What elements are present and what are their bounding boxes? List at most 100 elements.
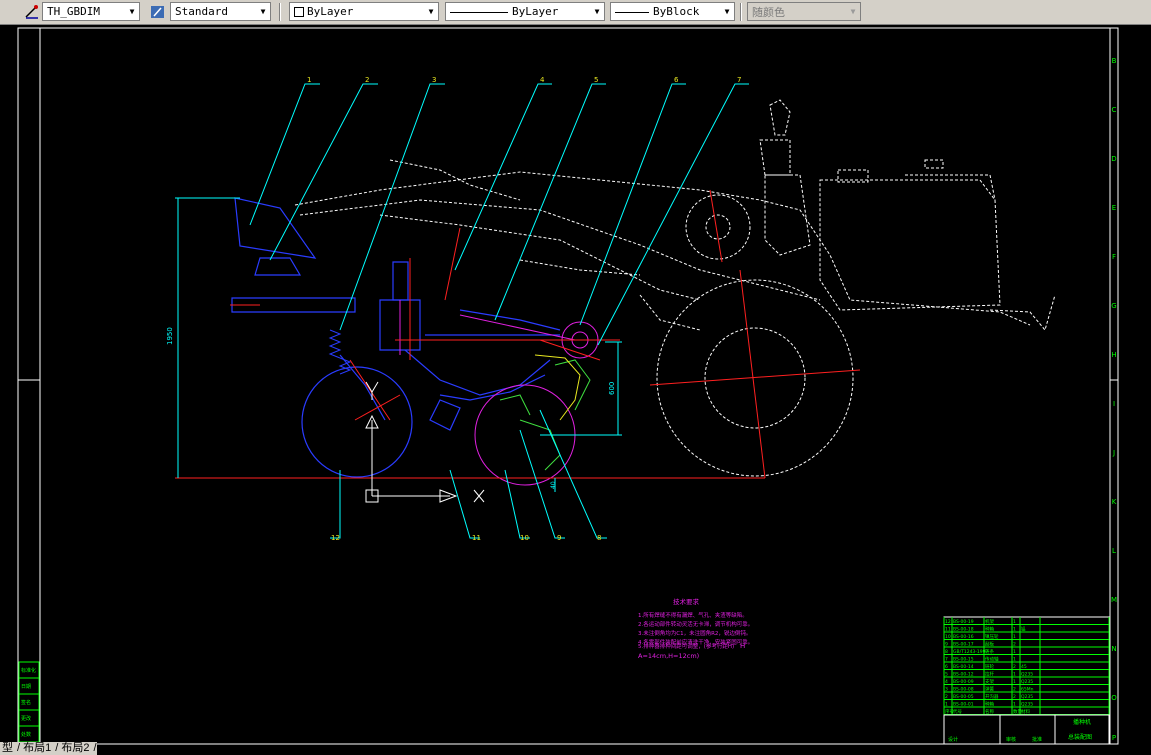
balloon-number: 8 — [597, 534, 601, 542]
parts-list-cell: 2 — [1013, 664, 1016, 670]
chevron-down-icon: ▼ — [260, 7, 266, 16]
parts-list-cell: Q235 — [1021, 679, 1033, 685]
parts-list-header-cell: 材料 — [1021, 708, 1030, 715]
sign-design: 设计 — [948, 736, 958, 743]
textstyle-icon[interactable] — [148, 2, 168, 21]
chevron-down-icon: ▼ — [129, 7, 135, 16]
lineweight-select[interactable]: ByBlock ▼ — [610, 2, 735, 21]
balloon-number: 12 — [331, 534, 340, 542]
zone-letter: G — [1111, 302, 1116, 310]
zone-letter: O — [1111, 694, 1117, 702]
zone-letter: H — [1111, 351, 1116, 359]
sign-review: 审核 — [1006, 736, 1016, 743]
tab-model[interactable]: 型 — [2, 742, 13, 754]
parts-list-cell: Q235 — [1021, 672, 1033, 678]
disc-coulter — [301, 366, 413, 478]
zone-letter: E — [1112, 204, 1116, 212]
left-stamp-column: 标准化 日期 签名 更改 处数 — [18, 661, 40, 743]
technical-notes: 技术要求 1.所有焊缝不得有漏焊、气孔、夹渣等缺陷。 2.各运动部件转动灵活无卡… — [638, 597, 753, 660]
parts-list-cell: BS-00-17 — [953, 642, 974, 648]
parts-list-cell: 传动轴 — [985, 656, 999, 663]
linetype-value: ByLayer — [512, 5, 559, 18]
notes-line: 1.所有焊缝不得有漏焊、气孔、夹渣等缺陷。 — [638, 611, 748, 619]
parts-list-cell: 2 — [1013, 687, 1016, 693]
linetype-sample-icon — [450, 11, 508, 13]
textstyle-select[interactable]: Standard ▼ — [170, 2, 271, 21]
parts-list-cell: BS-00-08 — [953, 687, 974, 693]
drawing-subtitle: 总装配图 — [1068, 733, 1092, 741]
parts-list-cell: 1 — [1013, 679, 1016, 685]
parts-list-cell: 1 — [945, 702, 948, 708]
parts-list-cell: 8 — [945, 649, 948, 655]
balloon-number: 4 — [540, 76, 545, 84]
notes-line: 5.排种器排种间距可调整，(参考行距H) — [638, 642, 734, 650]
parts-list-cell: 1 — [1013, 649, 1016, 655]
parts-list-cell: 弹簧 — [985, 686, 994, 693]
dimstyle-select[interactable]: TH_GBDIM ▼ — [42, 2, 140, 21]
parts-list-cell: BS-00-19 — [953, 619, 974, 625]
parts-list-cell: 3 — [945, 687, 948, 693]
toolbar-separator — [279, 3, 281, 21]
parts-list-cell: 2 — [1013, 694, 1016, 700]
press-wheel — [399, 300, 599, 486]
parts-list-cell: 铝 — [1021, 626, 1026, 633]
parts-list-cell: 1 — [1013, 672, 1016, 678]
parts-list-cell: 7 — [945, 657, 948, 663]
balloon-number: 2 — [365, 76, 369, 84]
chevron-down-icon: ▼ — [850, 7, 856, 16]
balloon-number: 3 — [432, 76, 436, 84]
dim-overall: 1950 — [166, 327, 174, 345]
balloon-number: 10 — [520, 534, 529, 542]
parts-list-cell: Q235 — [1021, 702, 1033, 708]
layer-color-select[interactable]: ByLayer ▼ — [289, 2, 439, 21]
zone-letter: J — [1112, 449, 1115, 457]
lineweight-value: ByBlock — [653, 5, 700, 18]
balloon-number: 11 — [472, 534, 481, 542]
notes-marker: H — [740, 642, 745, 650]
front-pulley — [685, 194, 751, 260]
parts-list-cell: 1 — [1013, 627, 1016, 633]
parts-list-cell: BS-00-05 — [953, 694, 974, 700]
title-block: 12 BS-00-19 机架 111 BS-00-18 种箱 1 铝10 BS-00-16 镇压轮… — [943, 616, 1110, 745]
right-zone-ruler: B C D E F G H I J K L M N O P — [1111, 57, 1117, 742]
zone-letter: B — [1112, 57, 1117, 65]
toolbar-separator — [740, 3, 742, 21]
tab-layout1[interactable]: 布局1 — [23, 742, 51, 754]
parts-list-cell: BS-00-16 — [953, 634, 974, 640]
parts-list-cell: 1 — [1013, 619, 1016, 625]
dimstyle-icon[interactable] — [22, 2, 42, 21]
drawing-canvas[interactable]: 标准化 日期 签名 更改 处数 B C D E F G H I J K L M … — [0, 25, 1151, 747]
parts-list-cell: GB/T1243-1997 — [953, 649, 989, 655]
chevron-down-icon: ▼ — [724, 7, 730, 16]
parts-list-cell: BS-00-14 — [953, 664, 974, 670]
parts-list-header-cell: 名称 — [985, 708, 994, 715]
assembly-name: 播种机 — [1073, 718, 1091, 726]
plotstyle-select: 随颜色 ▼ — [747, 2, 861, 21]
ucs-icon — [365, 381, 485, 503]
parts-list-cell: 5 — [945, 672, 948, 678]
parts-list-cell: 刮板 — [985, 641, 994, 648]
notes-formula: A=14cm,H=12cm) — [638, 652, 699, 660]
color-swatch-icon — [294, 7, 304, 17]
zone-letter: M — [1111, 596, 1117, 604]
tab-layout2[interactable]: 布局2 — [61, 742, 89, 754]
balloon-number: 1 — [307, 76, 311, 84]
parts-list-cell: 10 — [945, 634, 951, 640]
zone-letter: C — [1112, 106, 1117, 114]
parts-list-cell: 65Mn — [1021, 687, 1034, 693]
notes-heading: 技术要求 — [673, 597, 700, 606]
plotstyle-value: 随颜色 — [752, 5, 785, 19]
stamp-label: 标准化 — [21, 667, 36, 674]
parts-list-cell: Q235 — [1021, 694, 1033, 700]
parts-list-cell: 种箱 — [985, 701, 994, 708]
balloon-number: 5 — [594, 76, 598, 84]
dim-small: 40 — [550, 481, 557, 489]
notes-line: 3.未注倒角均为C1，未注圆角R2，锐边倒钝。 — [638, 629, 751, 637]
zone-letter: K — [1112, 498, 1117, 506]
zone-letter: N — [1111, 645, 1116, 653]
notes-line: 2.各运动部件转动灵活无卡滞，调节机构可靠。 — [638, 620, 753, 628]
parts-list-cell: 链条 — [985, 648, 994, 655]
linetype-select[interactable]: ByLayer ▼ — [445, 2, 605, 21]
parts-list-cell: 45 — [1021, 664, 1027, 670]
tractor-outline — [294, 99, 1056, 477]
